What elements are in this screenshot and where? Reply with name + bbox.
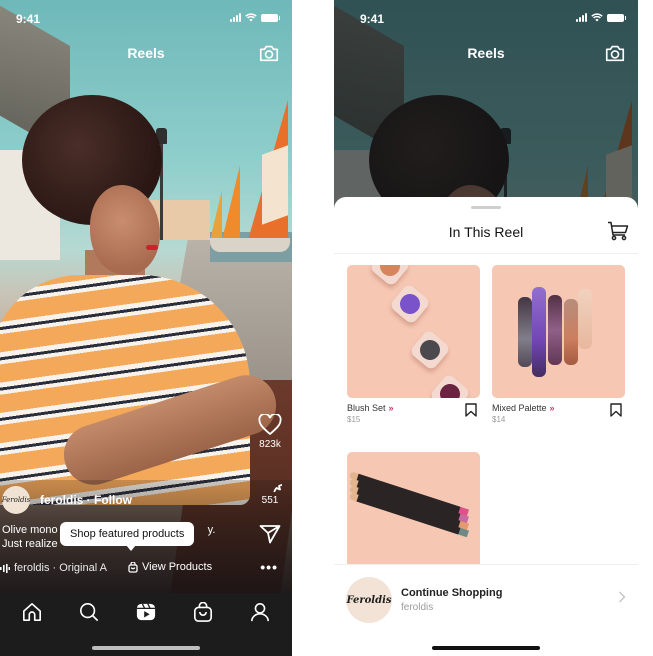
reels-screen: 9:41 Reels 823k 551 ••• Feroldis feroldi… [0,0,292,656]
comment-icon [273,484,282,492]
audio-wave-icon [0,563,10,573]
chevron-right-double-icon: » [388,403,394,413]
profile-icon [250,603,269,622]
nav-reels[interactable] [135,601,157,623]
chevron-right-icon [619,591,626,603]
status-time: 9:41 [360,12,385,26]
product-card[interactable]: Mixed Palette» $14 [492,265,625,433]
product-card[interactable] [347,452,480,564]
audio-link[interactable]: feroldis · Original A [0,562,107,574]
heart-icon [258,414,282,436]
battery-icon [607,13,626,22]
cart-icon[interactable] [607,221,629,241]
like-count: 823k [259,439,281,450]
view-products-label: View Products [142,561,213,573]
comment-count: 551 [261,495,279,506]
divider [334,253,638,254]
battery-icon [261,13,280,22]
product-image[interactable] [492,265,625,398]
reels-icon [136,603,156,621]
product-price: $15 [347,415,361,424]
status-time: 9:41 [16,12,41,26]
wifi-icon [591,13,603,22]
status-bar: 9:41 [334,0,638,36]
continue-shopping-title: Continue Shopping [401,587,503,599]
author-follow-link[interactable]: feroldis · Follow [40,493,132,507]
comment-button[interactable]: 551 [256,468,284,506]
nav-profile[interactable] [249,601,271,623]
avatar[interactable]: Feroldis [2,486,30,514]
page-title: Reels [467,45,505,61]
signal-icon [230,13,241,22]
nav-home[interactable] [21,601,43,623]
shop-bag-icon [193,602,212,622]
view-products-button[interactable]: View Products [128,561,212,573]
send-icon [259,525,281,544]
home-icon [23,603,42,621]
product-price: $14 [492,415,506,424]
bookmark-icon[interactable] [610,403,622,417]
caption-line-1: Olive mono [2,524,58,536]
continue-shopping-row[interactable]: Feroldis Continue Shopping feroldis [334,565,638,625]
shop-tooltip[interactable]: Shop featured products [60,522,195,551]
signal-icon [576,13,587,22]
chevron-right-double-icon: » [549,403,555,413]
camera-icon[interactable] [258,42,280,64]
reel-video[interactable] [0,0,292,656]
continue-shopping-shop-name: feroldis [401,602,434,613]
status-bar: 9:41 [0,0,292,36]
page-title: Reels [127,45,165,61]
shop-avatar: Feroldis [346,577,392,623]
nav-search[interactable] [78,601,100,623]
search-icon [80,603,99,622]
reels-shop-sheet-screen: 9:41 Reels In This Reel Blush Set» $15 M… [334,0,638,656]
author-row: Feroldis feroldis · Follow [2,486,132,514]
home-indicator[interactable] [92,646,200,650]
in-this-reel-sheet: In This Reel Blush Set» $15 Mixed Palett… [334,197,638,656]
more-options-button[interactable]: ••• [260,560,278,574]
home-indicator[interactable] [432,646,540,650]
product-name: Blush Set [347,403,386,413]
shopping-bag-icon [128,561,138,573]
wifi-icon [245,13,257,22]
product-image[interactable] [347,265,480,398]
product-card[interactable]: Blush Set» $15 [347,265,480,433]
like-button[interactable]: 823k [256,414,284,450]
audio-label: feroldis · Original A [14,562,107,574]
bottom-nav [0,593,292,656]
sheet-title: In This Reel [448,224,524,240]
share-button[interactable] [256,524,284,544]
bookmark-icon[interactable] [465,403,477,417]
product-name: Mixed Palette [492,403,547,413]
nav-shop[interactable] [192,601,214,623]
sheet-grabber[interactable] [471,206,501,209]
caption-line-1-end: y. [207,524,216,536]
camera-icon[interactable] [604,42,626,64]
product-image[interactable] [347,452,480,564]
